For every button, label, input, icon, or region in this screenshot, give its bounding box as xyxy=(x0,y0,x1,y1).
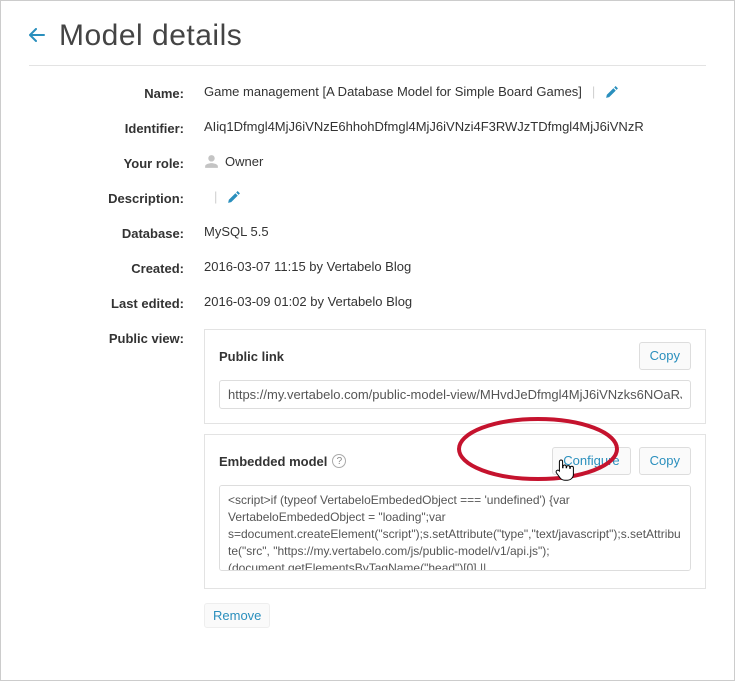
role-value: Owner xyxy=(225,154,263,169)
embedded-code-textarea[interactable] xyxy=(219,485,691,571)
name-value: Game management [A Database Model for Si… xyxy=(204,84,582,99)
copy-embedded-button[interactable]: Copy xyxy=(639,447,691,475)
remove-button[interactable]: Remove xyxy=(204,603,270,628)
help-icon[interactable]: ? xyxy=(332,454,346,468)
name-label: Name: xyxy=(29,84,184,101)
created-label: Created: xyxy=(29,259,184,276)
lastedited-value: 2016-03-09 01:02 by Vertabelo Blog xyxy=(204,294,706,309)
embedded-model-panel: Embedded model ? Configure Copy xyxy=(204,434,706,589)
role-label: Your role: xyxy=(29,154,184,171)
public-link-title: Public link xyxy=(219,349,284,364)
created-value: 2016-03-07 11:15 by Vertabelo Blog xyxy=(204,259,706,274)
separator: | xyxy=(214,189,217,204)
identifier-label: Identifier: xyxy=(29,119,184,136)
configure-button[interactable]: Configure xyxy=(552,447,630,475)
identifier-value: AIiq1Dfmgl4MjJ6iVNzE6hhohDfmgl4MjJ6iVNzi… xyxy=(204,119,706,134)
publicview-label: Public view: xyxy=(29,329,184,346)
user-icon xyxy=(204,154,219,169)
public-link-panel: Public link Copy xyxy=(204,329,706,424)
page-title: Model details xyxy=(59,19,242,53)
edit-description-icon[interactable] xyxy=(227,190,241,204)
back-button[interactable] xyxy=(29,27,45,45)
description-label: Description: xyxy=(29,189,184,206)
lastedited-label: Last edited: xyxy=(29,294,184,311)
database-value: MySQL 5.5 xyxy=(204,224,706,239)
database-label: Database: xyxy=(29,224,184,241)
public-link-input[interactable] xyxy=(219,380,691,409)
separator: | xyxy=(592,84,595,99)
embedded-model-title: Embedded model xyxy=(219,454,327,469)
edit-name-icon[interactable] xyxy=(605,85,619,99)
copy-public-link-button[interactable]: Copy xyxy=(639,342,691,370)
